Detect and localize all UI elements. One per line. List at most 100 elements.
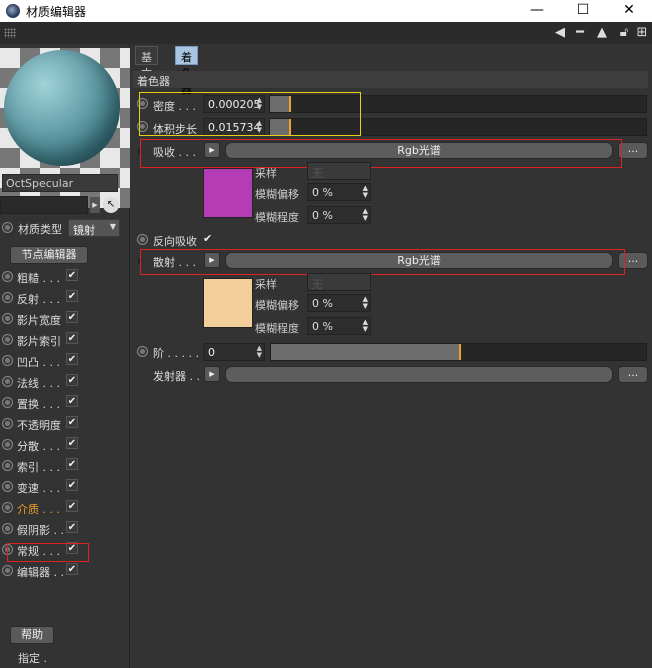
absorption-blur-offset-input[interactable]: 0 % ▲ ▼ xyxy=(307,183,371,201)
channel-checkbox[interactable]: ✔ xyxy=(66,332,78,344)
channel-checkbox[interactable]: ✔ xyxy=(66,395,78,407)
channel-checkbox[interactable]: ✔ xyxy=(66,458,78,470)
channel-list: 粗糙 . . . ✔ 反射 . . . ✔ 影片宽度 ✔ 影片索引 ✔ 凹凸 . . .… xyxy=(0,266,130,581)
channel-item[interactable]: 影片宽度 ✔ xyxy=(0,308,130,329)
channel-label: 索引 . . . xyxy=(17,461,60,474)
material-type-select[interactable]: 镜射 ▼ xyxy=(68,219,120,237)
channel-item-medium[interactable]: 介质 . . . ✔ xyxy=(0,497,130,518)
title-bar: 材质编辑器 — ☐ ✕ xyxy=(0,0,652,22)
absorption-color-swatch[interactable] xyxy=(203,168,253,218)
material-name[interactable]: OctSpecular xyxy=(2,174,118,192)
absorption-more-button[interactable]: ... xyxy=(618,142,648,159)
channel-radio[interactable] xyxy=(2,271,13,282)
tab-basic[interactable]: 基本 xyxy=(135,46,158,80)
scattering-blur-scale-input[interactable]: 0 % ▲ ▼ xyxy=(307,317,371,335)
channel-item[interactable]: 反射 . . . ✔ xyxy=(0,287,130,308)
spinner-icon[interactable]: ▲ ▼ xyxy=(257,345,262,359)
channel-checkbox[interactable]: ✔ xyxy=(66,437,78,449)
spinner-icon[interactable]: ▲ ▼ xyxy=(363,319,368,333)
channel-checkbox[interactable]: ✔ xyxy=(66,311,78,323)
channel-radio[interactable] xyxy=(2,502,13,513)
phase-radio[interactable] xyxy=(137,346,148,357)
channel-item[interactable]: 置换 . . . ✔ xyxy=(0,392,130,413)
arrow-left-icon[interactable]: ◀ xyxy=(552,25,568,41)
material-name-input[interactable] xyxy=(0,196,88,214)
channel-item[interactable]: 假阴影 . . ✔ xyxy=(0,518,130,539)
channel-item[interactable]: 变速 . . . ✔ xyxy=(0,476,130,497)
channel-item[interactable]: 凹凸 . . . ✔ xyxy=(0,350,130,371)
channel-label: 编辑器 . . xyxy=(17,566,64,579)
channel-radio[interactable] xyxy=(2,355,13,366)
emitter-more-button[interactable]: ... xyxy=(618,366,648,383)
channel-radio[interactable] xyxy=(2,313,13,324)
channel-checkbox[interactable]: ✔ xyxy=(66,416,78,428)
channel-checkbox[interactable]: ✔ xyxy=(66,269,78,281)
expand-arrow-icon[interactable]: ▶ xyxy=(90,197,100,213)
emitter-shader-button[interactable] xyxy=(225,366,613,383)
section-header: 着色器 xyxy=(133,71,648,88)
channel-radio[interactable] xyxy=(2,292,13,303)
minimize-button[interactable]: — xyxy=(514,0,560,22)
material-type-value: 镜射 xyxy=(73,224,95,237)
lock-icon[interactable]: 🔓︎ xyxy=(616,25,632,41)
density-highlight-box xyxy=(139,92,361,136)
channel-label: 凹凸 . . . xyxy=(17,356,60,369)
channel-label: 介质 . . . xyxy=(17,503,60,516)
spinner-icon[interactable]: ▲ ▼ xyxy=(363,185,368,199)
channel-checkbox[interactable]: ✔ xyxy=(66,500,78,512)
new-window-icon[interactable]: ⊞ xyxy=(634,25,650,41)
channel-item[interactable]: 分散 . . . ✔ xyxy=(0,434,130,455)
node-editor-button[interactable]: 节点编辑器 xyxy=(10,246,88,264)
phase-label: 阶 . . . . . xyxy=(153,347,199,360)
channel-item[interactable]: 索引 . . . ✔ xyxy=(0,455,130,476)
scattering-color-swatch[interactable] xyxy=(203,278,253,328)
tab-shader[interactable]: 着色器 xyxy=(175,46,198,96)
picker-cursor-icon[interactable]: ↖ xyxy=(103,197,119,213)
channel-item[interactable]: 影片索引 ✔ xyxy=(0,329,130,350)
channel-item[interactable]: 编辑器 . . ✔ xyxy=(0,560,130,581)
invert-absorption-row: 反向吸收 ✔ xyxy=(131,230,652,250)
channel-label: 反射 . . . xyxy=(17,293,60,306)
material-type-radio[interactable] xyxy=(2,222,13,233)
channel-item[interactable]: 粗糙 . . . ✔ xyxy=(0,266,130,287)
spinner-icon[interactable]: ▲ ▼ xyxy=(363,208,368,222)
invert-absorption-radio[interactable] xyxy=(137,234,148,245)
channel-radio[interactable] xyxy=(2,418,13,429)
channel-radio[interactable] xyxy=(2,439,13,450)
phase-slider[interactable] xyxy=(270,343,647,361)
channel-radio[interactable] xyxy=(2,523,13,534)
assign-label: 指定 . xyxy=(18,652,47,665)
scattering-sampling-select: 无 xyxy=(307,273,371,291)
channel-checkbox[interactable]: ✔ xyxy=(66,563,78,575)
channel-item[interactable]: 不透明度 ✔ xyxy=(0,413,130,434)
channel-checkbox[interactable]: ✔ xyxy=(66,374,78,386)
channel-radio[interactable] xyxy=(2,460,13,471)
channel-label: 不透明度 xyxy=(17,419,61,432)
channel-checkbox[interactable]: ✔ xyxy=(66,521,78,533)
scattering-blur-offset-input[interactable]: 0 % ▲ ▼ xyxy=(307,294,371,312)
play-arrow-icon[interactable]: ▶ xyxy=(204,366,220,382)
drag-grip-icon[interactable] xyxy=(4,28,16,38)
channel-checkbox[interactable]: ✔ xyxy=(66,479,78,491)
phase-row: 阶 . . . . . 0 ▲ ▼ xyxy=(131,342,652,362)
slider-marker[interactable] xyxy=(458,344,461,360)
channel-radio[interactable] xyxy=(2,397,13,408)
channel-item[interactable]: 法线 . . . ✔ xyxy=(0,371,130,392)
channel-checkbox[interactable]: ✔ xyxy=(66,353,78,365)
spinner-icon[interactable]: ▲ ▼ xyxy=(363,296,368,310)
channel-radio[interactable] xyxy=(2,565,13,576)
invert-absorption-checkbox[interactable]: ✔ xyxy=(203,232,212,245)
maximize-button[interactable]: ☐ xyxy=(560,0,606,22)
channel-radio[interactable] xyxy=(2,334,13,345)
phase-value: 0 xyxy=(208,346,215,359)
close-button[interactable]: ✕ xyxy=(606,0,652,22)
channel-checkbox[interactable]: ✔ xyxy=(66,290,78,302)
channel-label: 影片索引 xyxy=(17,335,61,348)
channel-radio[interactable] xyxy=(2,376,13,387)
help-button[interactable]: 帮助 xyxy=(10,626,54,644)
cursor-arrow-icon[interactable]: ▲ xyxy=(594,25,610,41)
absorption-blur-scale-input[interactable]: 0 % ▲ ▼ xyxy=(307,206,371,224)
channel-radio[interactable] xyxy=(2,481,13,492)
phase-input[interactable]: 0 ▲ ▼ xyxy=(203,343,265,361)
absorption-sampling-label: 采样 xyxy=(255,167,277,180)
